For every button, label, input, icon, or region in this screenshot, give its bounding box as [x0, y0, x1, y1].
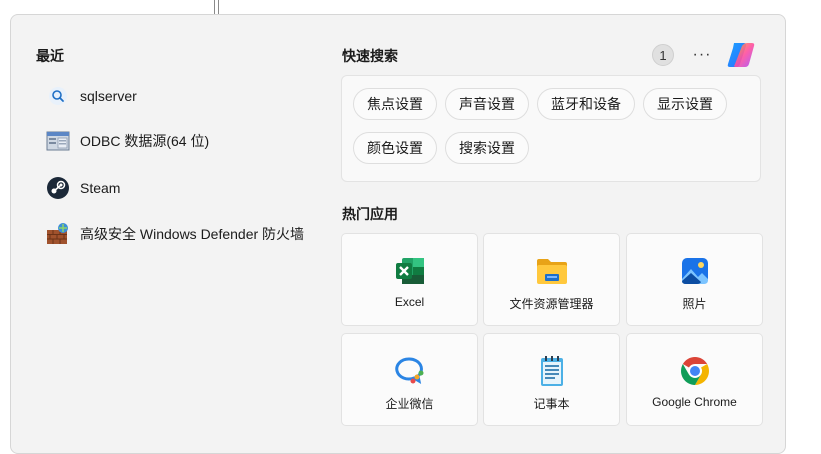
- more-options-button[interactable]: ···: [690, 44, 714, 66]
- recent-item-steam[interactable]: Steam: [36, 171, 306, 205]
- recent-item-label: Steam: [80, 180, 121, 196]
- chip-bluetooth-devices[interactable]: 蓝牙和设备: [537, 88, 635, 120]
- app-tile-google-chrome[interactable]: Google Chrome: [626, 333, 763, 426]
- recent-item-odbc[interactable]: ODBC 数据源(64 位): [36, 124, 306, 158]
- copilot-icon[interactable]: [725, 40, 757, 70]
- recent-item-label: sqlserver: [80, 88, 137, 104]
- chip-sound-settings[interactable]: 声音设置: [445, 88, 529, 120]
- recent-title: 最近: [36, 48, 64, 64]
- chip-search-settings[interactable]: 搜索设置: [445, 132, 529, 164]
- window-handle: [214, 0, 219, 14]
- odbc-icon: [46, 129, 70, 153]
- quick-search-title: 快速搜索: [342, 48, 398, 64]
- app-tile-label: 企业微信: [385, 397, 434, 411]
- recent-item-sqlserver[interactable]: sqlserver: [36, 79, 306, 113]
- search-icon: [46, 84, 70, 108]
- app-tile-file-explorer[interactable]: 文件资源管理器: [483, 233, 620, 326]
- chrome-icon: [678, 354, 712, 388]
- wecom-icon: [393, 354, 427, 388]
- file-explorer-icon: [535, 254, 569, 288]
- firewall-icon: [46, 222, 70, 246]
- app-tile-wecom[interactable]: 企业微信: [341, 333, 478, 426]
- notepad-icon: [535, 354, 569, 388]
- app-tile-label: 文件资源管理器: [509, 297, 594, 311]
- app-tile-label: Excel: [394, 295, 425, 309]
- excel-icon: [393, 254, 427, 288]
- chip-focus-settings[interactable]: 焦点设置: [353, 88, 437, 120]
- chip-color-settings[interactable]: 颜色设置: [353, 132, 437, 164]
- top-apps-title: 热门应用: [342, 206, 398, 222]
- app-tile-photos[interactable]: 照片: [626, 233, 763, 326]
- app-tile-label: Google Chrome: [652, 395, 737, 409]
- app-tile-label: 记事本: [533, 397, 570, 411]
- recent-item-label: ODBC 数据源(64 位): [80, 133, 210, 149]
- recent-item-label: 高级安全 Windows Defender 防火墙: [80, 226, 305, 242]
- app-tile-label: 照片: [682, 297, 707, 311]
- app-tile-excel[interactable]: Excel: [341, 233, 478, 326]
- app-tile-notepad[interactable]: 记事本: [483, 333, 620, 426]
- steam-icon: [46, 176, 70, 200]
- photos-icon: [678, 254, 712, 288]
- chip-display-settings[interactable]: 显示设置: [643, 88, 727, 120]
- recent-item-firewall[interactable]: 高级安全 Windows Defender 防火墙: [36, 217, 306, 251]
- notification-count-badge[interactable]: 1: [652, 44, 674, 66]
